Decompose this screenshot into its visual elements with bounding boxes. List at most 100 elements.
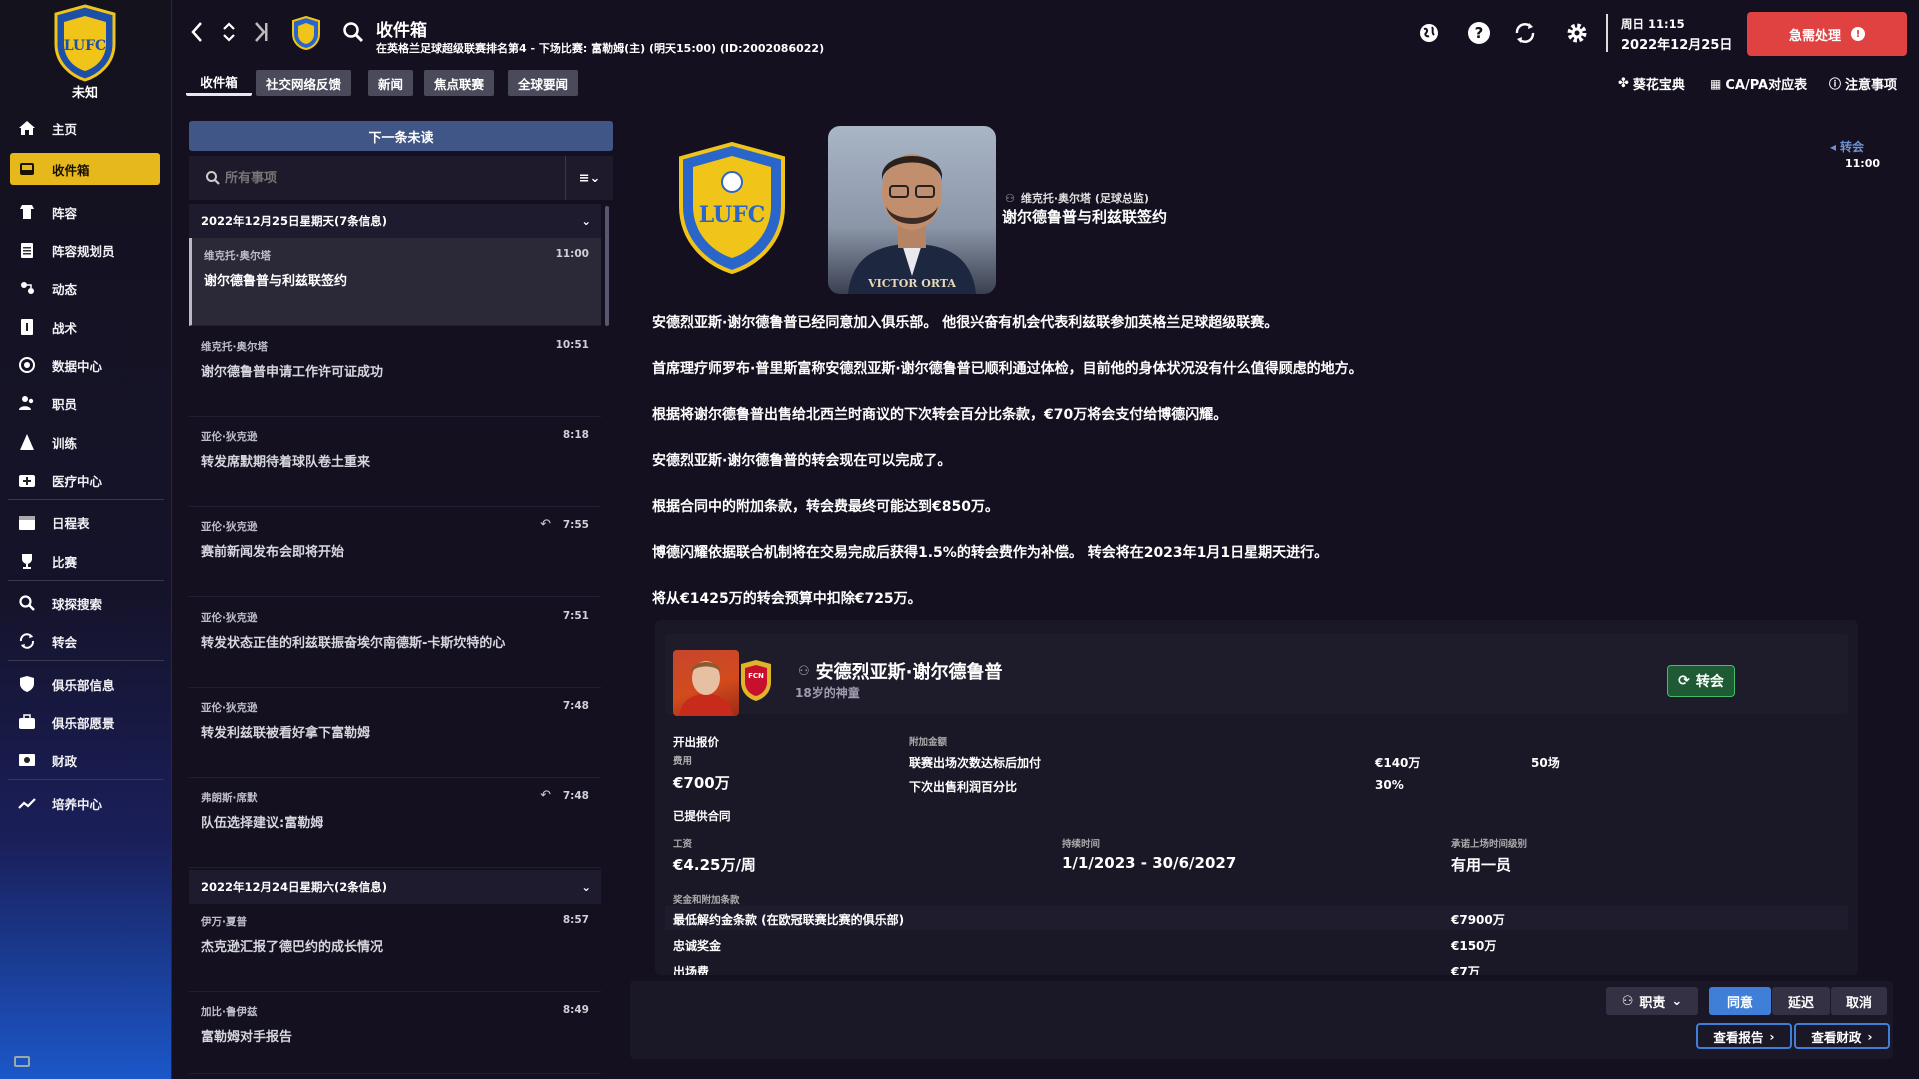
message-item[interactable]: 亚伦·狄克逊 转发利兹联被看好拿下富勒姆 7:48 <box>189 690 601 778</box>
club-crest-icon[interactable]: LUFC <box>52 4 118 82</box>
back-button[interactable] <box>184 18 210 46</box>
forward-button[interactable] <box>248 18 274 46</box>
bonus2-label: 忠诚奖金 <box>673 939 722 953</box>
message-time: 7:48 <box>562 700 589 712</box>
filter-menu-button[interactable]: ≡⌄ <box>565 156 613 200</box>
message-time: 8:49 <box>562 1004 589 1016</box>
message-subject: 转发利兹联被看好拿下富勒姆 <box>201 726 371 741</box>
sidebar-item-squad-planner[interactable]: 阵容规划员 <box>10 234 160 266</box>
message-item[interactable]: 亚伦·狄克逊 赛前新闻发布会即将开始 ↶ 7:55 <box>189 509 601 597</box>
svg-text:FCN: FCN <box>748 672 764 680</box>
sidebar-item-home[interactable]: 主页 <box>10 112 160 144</box>
sidebar-item-tactics[interactable]: 战术 <box>10 311 160 343</box>
message-paragraph: 根据合同中的附加条款，转会费最终可能达到€850万。 <box>652 499 999 515</box>
message-item[interactable]: 伊万·夏普 杰克逊汇报了德巴约的成长情况 8:57 <box>189 904 601 992</box>
message-item[interactable]: 维克托·奥尔塔 谢尔德鲁普申请工作许可证成功 10:51 <box>189 329 601 417</box>
tab-news[interactable]: 新闻 <box>368 70 414 96</box>
next-unread-button[interactable]: 下一条未读 <box>189 121 613 151</box>
medical-icon <box>16 469 38 491</box>
message-time: 8:57 <box>562 914 589 926</box>
tab-inbox[interactable]: 收件箱 <box>186 70 252 96</box>
page-subtitle[interactable]: 在英格兰足球超级联赛排名第4 - 下场比赛: 富勒姆(主) (明天15:00) … <box>376 40 824 56</box>
bonus-label: 奖金和附加条款 <box>673 895 740 906</box>
list-scrollbar[interactable] <box>605 206 609 326</box>
help-icon[interactable]: ? <box>1466 20 1492 46</box>
capa-table-link[interactable]: ▦ CA/PA对应表 <box>1710 74 1807 94</box>
sidebar-item-data-hub[interactable]: 数据中心 <box>10 349 160 381</box>
delay-button[interactable]: 延迟 <box>1772 987 1830 1015</box>
sidebar-item-matches[interactable]: 比赛 <box>10 545 160 577</box>
sidebar-item-dynamics[interactable]: 动态 <box>10 272 160 304</box>
sidebar-item-scouting[interactable]: 球探搜索 <box>10 587 160 619</box>
sidebar-divider <box>8 779 164 780</box>
message-item[interactable]: 亚伦·狄克逊 转发席默期待着球队卷土重来 8:18 <box>189 419 601 507</box>
sidebar-item-inbox[interactable]: 收件箱 <box>10 153 160 185</box>
sender-photo[interactable]: VICTOR ORTA <box>828 126 996 294</box>
wage-value: €4.25万/周 <box>673 856 756 874</box>
sidebar-item-staff[interactable]: 职员 <box>10 387 160 419</box>
filter-search-input[interactable] <box>189 156 565 200</box>
keyboard-icon[interactable] <box>14 1056 30 1067</box>
sidebar-divider <box>8 660 164 661</box>
prev-next-button[interactable] <box>216 18 242 46</box>
message-category-tag[interactable]: ◂ 转会 <box>1830 138 1864 155</box>
player-photo[interactable] <box>673 650 739 716</box>
view-report-button[interactable]: 查看报告 › <box>1696 1023 1792 1049</box>
sidebar-item-label: 培养中心 <box>52 796 103 812</box>
message-sender: 弗朗斯·席默 <box>201 792 258 804</box>
guide-link[interactable]: ✤ 葵花宝典 <box>1618 74 1685 93</box>
sidebar-item-label: 训练 <box>52 435 78 451</box>
sidebar-item-club-vision[interactable]: 俱乐部愿景 <box>10 706 160 738</box>
tab-social-feedback[interactable]: 社交网络反馈 <box>256 70 352 96</box>
date-group-header[interactable]: 2022年12月24日星期六(2条信息) ⌄ <box>189 870 601 904</box>
sidebar-item-club-info[interactable]: 俱乐部信息 <box>10 668 160 700</box>
chevron-down-icon: ⌄ <box>581 214 591 228</box>
chevron-right-icon: › <box>1769 1028 1775 1044</box>
sidebar-item-training[interactable]: 训练 <box>10 426 160 458</box>
sidebar-item-medical[interactable]: 医疗中心 <box>10 464 160 496</box>
nation-crest-icon[interactable]: FCN <box>739 658 773 702</box>
message-time: 11:00 <box>1845 157 1881 170</box>
clipboard-icon <box>16 239 38 261</box>
tab-world-news[interactable]: 全球要闻 <box>508 70 579 96</box>
staff-responsibility-button[interactable]: ⚇ 职责 ⌄ <box>1606 987 1698 1015</box>
agree-button[interactable]: 同意 <box>1709 987 1771 1015</box>
transfer-icon <box>16 630 38 652</box>
addon1-value: €140万 <box>1375 756 1421 770</box>
sidebar-item-development[interactable]: 培养中心 <box>10 787 160 819</box>
player-name-label: 安德烈亚斯·谢尔德鲁普 <box>815 662 1003 683</box>
calendar-icon <box>16 511 38 533</box>
player-description: 18岁的神童 <box>795 686 860 700</box>
club-crest-large-icon[interactable]: LUFC <box>677 142 787 274</box>
message-sender-name[interactable]: ⚇ 维克托·奥尔塔 (足球总监) <box>1005 190 1149 206</box>
player-name[interactable]: ⚇ 安德烈亚斯·谢尔德鲁普 <box>798 658 1003 684</box>
urgent-button[interactable]: 急需处理 ! <box>1747 12 1907 56</box>
reply-icon: ↶ <box>540 788 551 803</box>
transfer-status-badge[interactable]: ⟳ 转会 <box>1667 665 1735 697</box>
view-finance-button[interactable]: 查看财政 › <box>1794 1023 1890 1049</box>
gear-icon[interactable] <box>1564 20 1590 46</box>
sidebar-item-schedule[interactable]: 日程表 <box>10 506 160 538</box>
message-item[interactable]: 加比·鲁伊兹 富勒姆对手报告 8:49 <box>189 994 601 1074</box>
cancel-button[interactable]: 取消 <box>1831 987 1887 1015</box>
refresh-icon[interactable] <box>1512 20 1538 46</box>
tab-focus-league[interactable]: 焦点联赛 <box>424 70 495 96</box>
message-item[interactable]: 维克托·奥尔塔 谢尔德鲁普与利兹联签约 11:00 <box>189 238 601 326</box>
page-title: 收件箱 <box>376 21 427 41</box>
notes-link[interactable]: ⓘ 注意事项 <box>1829 74 1897 93</box>
global-search-button[interactable] <box>340 18 366 46</box>
message-sender: 加比·鲁伊兹 <box>201 1006 258 1018</box>
club-crest-small-icon[interactable] <box>291 16 321 50</box>
urgent-label: 急需处理 <box>1788 28 1841 44</box>
message-item[interactable]: 弗朗斯·席默 队伍选择建议:富勒姆 ↶ 7:48 <box>189 780 601 868</box>
message-subject: 谢尔德鲁普申请工作许可证成功 <box>201 365 384 380</box>
group-title: 2022年12月24日星期六(2条信息) <box>201 880 388 894</box>
sidebar-item-label: 医疗中心 <box>52 473 103 489</box>
sidebar-item-transfers[interactable]: 转会 <box>10 625 160 657</box>
date-group-header[interactable]: 2022年12月25日星期天(7条信息) ⌄ <box>189 204 601 238</box>
sidebar-item-finance[interactable]: 财政 <box>10 744 160 776</box>
sidebar-item-squad[interactable]: 阵容 <box>10 196 160 228</box>
notes-link-label: 注意事项 <box>1845 78 1898 93</box>
message-item[interactable]: 亚伦·狄克逊 转发状态正佳的利兹联振奋埃尔南德斯-卡斯坎特的心 7:51 <box>189 600 601 688</box>
world-icon[interactable] <box>1416 20 1442 46</box>
